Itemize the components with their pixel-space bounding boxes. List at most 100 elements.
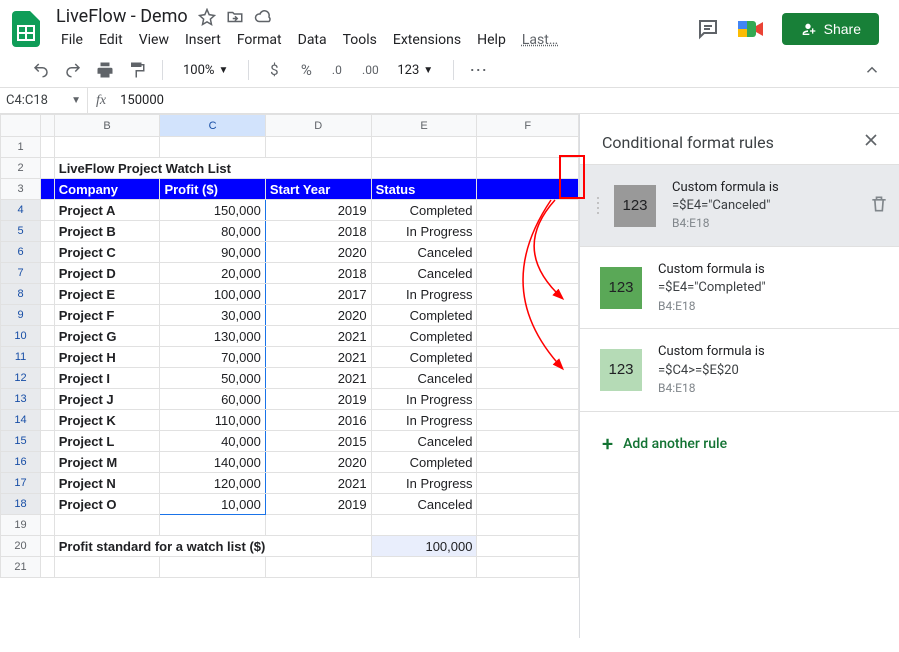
cell-r18-c2[interactable]: 10,000	[160, 494, 265, 515]
rule-item-1[interactable]: 123 Custom formula is =$E4="Completed" B…	[580, 246, 899, 328]
redo-icon[interactable]	[62, 59, 84, 81]
row-header-11[interactable]: 11	[1, 347, 41, 368]
more-toolbar-icon[interactable]: ⋯	[468, 59, 490, 81]
cell-r5-c0[interactable]	[41, 221, 55, 242]
menu-extensions[interactable]: Extensions	[386, 29, 468, 51]
cell-r6-c5[interactable]	[477, 242, 579, 263]
cell-r16-c4[interactable]: Completed	[371, 452, 477, 473]
row-header-4[interactable]: 4	[1, 200, 41, 221]
spreadsheet-grid[interactable]: BCDEF12LiveFlow Project Watch List3Compa…	[0, 114, 579, 638]
cell-r17-c2[interactable]: 120,000	[160, 473, 265, 494]
row-header-17[interactable]: 17	[1, 473, 41, 494]
cell-r8-c2[interactable]: 100,000	[160, 284, 265, 305]
menu-format[interactable]: Format	[230, 29, 289, 51]
cell-r19-c5[interactable]	[477, 515, 579, 536]
cell-r9-c5[interactable]	[477, 305, 579, 326]
row-header-2[interactable]: 2	[1, 158, 41, 179]
cell-r3-c0[interactable]	[41, 179, 55, 200]
cell-r12-c3[interactable]: 2021	[265, 368, 371, 389]
cell-r21-c5[interactable]	[477, 557, 579, 578]
cell-r5-c2[interactable]: 80,000	[160, 221, 265, 242]
cell-r20-c0[interactable]	[41, 536, 55, 557]
cell-r10-c4[interactable]: Completed	[371, 326, 477, 347]
cell-r3-c2[interactable]: Profit ($)	[160, 179, 265, 200]
cell-r7-c2[interactable]: 20,000	[160, 263, 265, 284]
cloud-status-icon[interactable]	[254, 8, 272, 26]
cell-r11-c4[interactable]: Completed	[371, 347, 477, 368]
cell-r14-c4[interactable]: In Progress	[371, 410, 477, 431]
row-header-18[interactable]: 18	[1, 494, 41, 515]
row-header-9[interactable]: 9	[1, 305, 41, 326]
cell-r20-c1[interactable]: Profit standard for a watch list ($)	[54, 536, 371, 557]
cell-r21-c1[interactable]	[54, 557, 160, 578]
cell-r8-c0[interactable]	[41, 284, 55, 305]
cell-r15-c3[interactable]: 2015	[265, 431, 371, 452]
zoom-dropdown[interactable]: 100% ▼	[177, 63, 234, 78]
name-box[interactable]: C4:C18▼	[0, 88, 88, 113]
cell-r10-c5[interactable]	[477, 326, 579, 347]
print-icon[interactable]	[94, 59, 116, 81]
row-header-21[interactable]: 21	[1, 557, 41, 578]
select-all-cell[interactable]	[1, 115, 41, 137]
number-format-dropdown[interactable]: 123 ▼	[391, 63, 439, 78]
cell-r1-c3[interactable]	[265, 137, 371, 158]
cell-r21-c0[interactable]	[41, 557, 55, 578]
row-header-19[interactable]: 19	[1, 515, 41, 536]
menu-file[interactable]: File	[54, 29, 90, 51]
currency-icon[interactable]: $	[263, 59, 285, 81]
cell-r11-c3[interactable]: 2021	[265, 347, 371, 368]
cell-r15-c4[interactable]: Canceled	[371, 431, 477, 452]
cell-r19-c1[interactable]	[54, 515, 160, 536]
row-header-14[interactable]: 14	[1, 410, 41, 431]
cell-r10-c1[interactable]: Project G	[54, 326, 160, 347]
cell-r15-c0[interactable]	[41, 431, 55, 452]
cell-r17-c0[interactable]	[41, 473, 55, 494]
menu-tools[interactable]: Tools	[336, 29, 384, 51]
cell-r11-c2[interactable]: 70,000	[160, 347, 265, 368]
cell-r4-c4[interactable]: Completed	[371, 200, 477, 221]
cell-r12-c1[interactable]: Project I	[54, 368, 160, 389]
cell-r10-c0[interactable]	[41, 326, 55, 347]
cell-r3-c1[interactable]: Company	[54, 179, 160, 200]
col-header-D[interactable]: D	[265, 115, 371, 137]
cell-r1-c1[interactable]	[54, 137, 160, 158]
cell-r7-c5[interactable]	[477, 263, 579, 284]
cell-r11-c0[interactable]	[41, 347, 55, 368]
cell-r6-c2[interactable]: 90,000	[160, 242, 265, 263]
cell-r14-c5[interactable]	[477, 410, 579, 431]
cell-r13-c5[interactable]	[477, 389, 579, 410]
col-header-E[interactable]: E	[371, 115, 477, 137]
cell-r4-c2[interactable]: 150,000	[160, 200, 265, 221]
cell-r2-c1[interactable]: LiveFlow Project Watch List	[54, 158, 371, 179]
cell-r17-c4[interactable]: In Progress	[371, 473, 477, 494]
cell-r7-c1[interactable]: Project D	[54, 263, 160, 284]
star-icon[interactable]	[198, 8, 216, 26]
cell-r12-c2[interactable]: 50,000	[160, 368, 265, 389]
cell-r16-c3[interactable]: 2020	[265, 452, 371, 473]
cell-r14-c0[interactable]	[41, 410, 55, 431]
cell-r20-c4[interactable]: 100,000	[371, 536, 477, 557]
menu-last-edit[interactable]: Last…	[515, 29, 565, 51]
cell-r9-c1[interactable]: Project F	[54, 305, 160, 326]
sheets-logo[interactable]	[8, 11, 44, 47]
cell-r18-c0[interactable]	[41, 494, 55, 515]
row-header-20[interactable]: 20	[1, 536, 41, 557]
cell-r4-c0[interactable]	[41, 200, 55, 221]
menu-help[interactable]: Help	[470, 29, 513, 51]
cell-r21-c2[interactable]	[160, 557, 265, 578]
percent-icon[interactable]: %	[295, 59, 317, 81]
cell-r4-c3[interactable]: 2019	[265, 200, 371, 221]
formula-input[interactable]: 150000	[114, 93, 164, 108]
cell-r4-c1[interactable]: Project A	[54, 200, 160, 221]
cell-r18-c5[interactable]	[477, 494, 579, 515]
cell-r19-c0[interactable]	[41, 515, 55, 536]
cell-r13-c4[interactable]: In Progress	[371, 389, 477, 410]
cell-r3-c3[interactable]: Start Year	[265, 179, 371, 200]
row-header-16[interactable]: 16	[1, 452, 41, 473]
col-header-B[interactable]: B	[54, 115, 160, 137]
row-header-12[interactable]: 12	[1, 368, 41, 389]
cell-r19-c3[interactable]	[265, 515, 371, 536]
decrease-decimal-icon[interactable]: .0	[327, 59, 349, 81]
cell-r19-c4[interactable]	[371, 515, 477, 536]
row-header-5[interactable]: 5	[1, 221, 41, 242]
